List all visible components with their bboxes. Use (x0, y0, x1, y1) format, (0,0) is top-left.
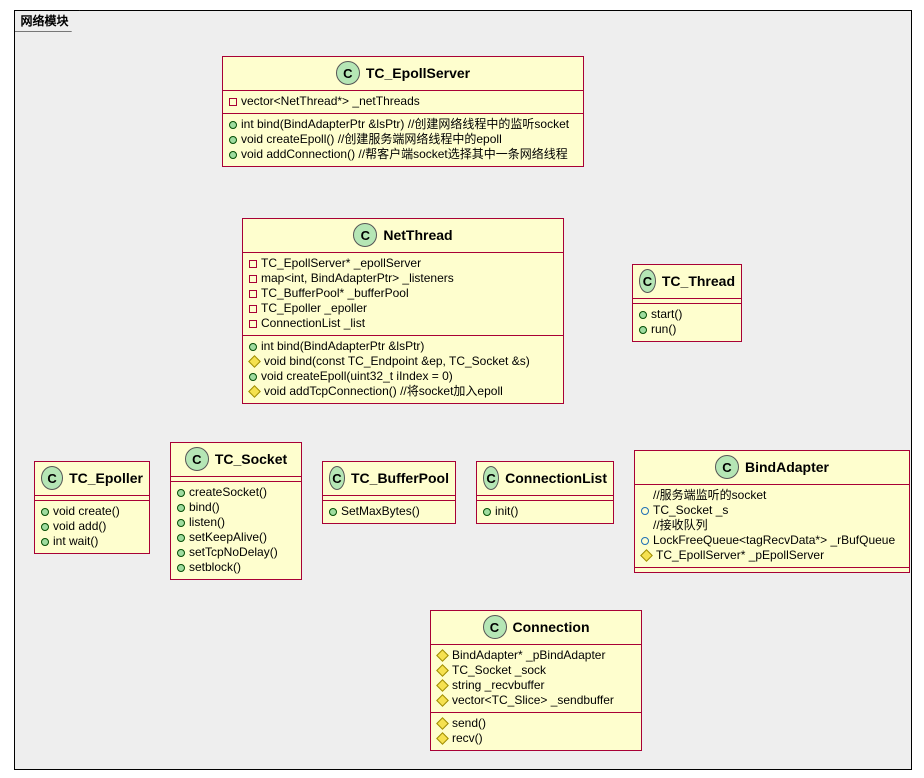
class-TC_EpollServer: C TC_EpollServer vector<NetThread*> _net… (222, 56, 584, 167)
class-NetThread: C NetThread TC_EpollServer* _epollServer… (242, 218, 564, 404)
class-icon: C (715, 455, 739, 479)
class-icon: C (329, 466, 345, 490)
class-icon: C (336, 61, 360, 85)
class-BindAdapter: C BindAdapter //服务端监听的socket TC_Socket _… (634, 450, 910, 573)
diagram-canvas: 网络模块 C TC_EpollServer vector<NetThread*>… (0, 0, 924, 778)
class-TC_BufferPool: C TC_BufferPool SetMaxBytes() (322, 461, 456, 524)
class-TC_Socket: C TC_Socket createSocket() bind() listen… (170, 442, 302, 580)
package-title: 网络模块 (14, 10, 80, 32)
class-name: TC_EpollServer (366, 65, 470, 81)
class-icon: C (41, 466, 63, 490)
class-icon: C (185, 447, 209, 471)
class-icon: C (483, 466, 499, 490)
class-icon: C (353, 223, 377, 247)
class-ConnectionList: C ConnectionList init() (476, 461, 614, 524)
class-icon: C (483, 615, 507, 639)
fields-section: vector<NetThread*> _netThreads (223, 91, 583, 114)
class-TC_Epoller: C TC_Epoller void create() void add() in… (34, 461, 150, 554)
class-Connection: C Connection BindAdapter* _pBindAdapter … (430, 610, 642, 751)
class-TC_Thread: C TC_Thread start() run() (632, 264, 742, 342)
class-icon: C (639, 269, 656, 293)
methods-section: int bind(BindAdapterPtr &lsPtr) //创建网络线程… (223, 114, 583, 166)
class-name: NetThread (383, 227, 452, 243)
